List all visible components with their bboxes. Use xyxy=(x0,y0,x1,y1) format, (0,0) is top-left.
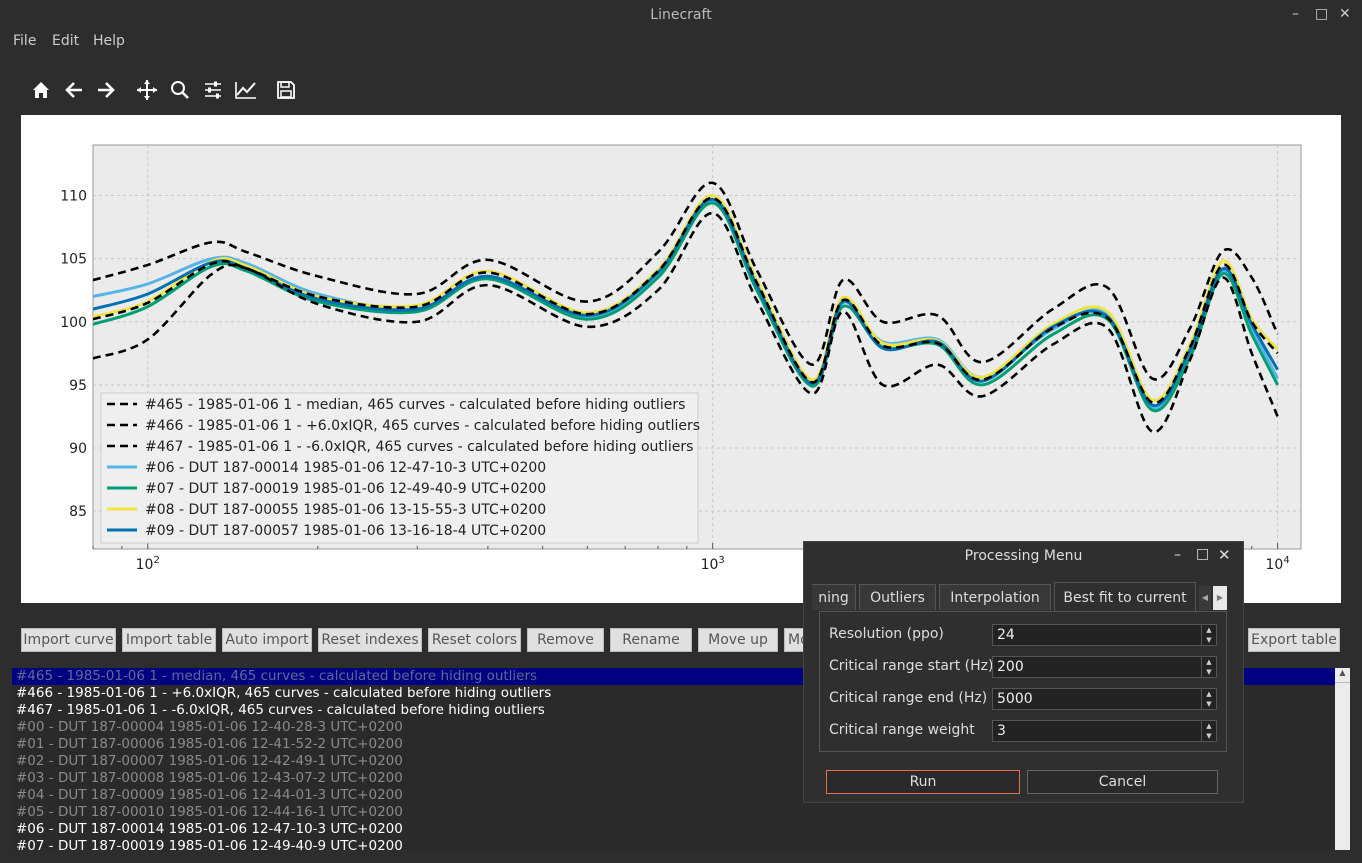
range-start-label: Critical range start (Hz) xyxy=(829,658,994,674)
range-start-spinbox[interactable]: 200 ▲ ▼ xyxy=(992,656,1217,678)
legend-label: #06 - DUT 187-00014 1985-01-06 12-47-10-… xyxy=(145,460,546,476)
window-titlebar: Linecraft – □ ✕ xyxy=(0,0,1362,30)
legend-label: #465 - 1985-01-06 1 - median, 465 curves… xyxy=(145,397,685,413)
spin-arrows-icon[interactable]: ▲ ▼ xyxy=(1201,721,1216,741)
configure-subplots-icon[interactable] xyxy=(198,72,228,108)
list-item[interactable]: #05 - DUT 187-00010 1985-01-06 12-44-16-… xyxy=(16,804,403,821)
range-weight-label: Critical range weight xyxy=(829,722,975,738)
home-icon[interactable] xyxy=(26,72,56,108)
x-tick-label: 104 xyxy=(1266,555,1290,573)
move-up-button[interactable]: Move up xyxy=(698,628,778,652)
x-tick-label: 103 xyxy=(701,555,725,573)
list-item[interactable]: #465 - 1985-01-06 1 - median, 465 curves… xyxy=(16,668,537,685)
legend-label: #467 - 1985-01-06 1 - -6.0xIQR, 465 curv… xyxy=(145,439,693,455)
run-button[interactable]: Run xyxy=(826,770,1020,794)
window-title: Linecraft xyxy=(650,7,712,23)
tab-best-fit[interactable]: Best fit to current xyxy=(1054,582,1196,612)
list-scrollbar[interactable]: ▲ xyxy=(1335,668,1350,850)
list-item[interactable]: #01 - DUT 187-00006 1985-01-06 12-41-52-… xyxy=(16,736,403,753)
list-item[interactable]: #06 - DUT 187-00014 1985-01-06 12-47-10-… xyxy=(16,821,403,838)
cancel-button[interactable]: Cancel xyxy=(1027,770,1218,794)
spin-arrows-icon[interactable]: ▲ ▼ xyxy=(1201,625,1216,645)
menu-file[interactable]: File xyxy=(13,33,36,49)
scroll-up-icon[interactable]: ▲ xyxy=(1335,668,1350,683)
range-weight-spinbox[interactable]: 3 ▲ ▼ xyxy=(992,720,1217,742)
spin-arrows-icon[interactable]: ▲ ▼ xyxy=(1201,657,1216,677)
edit-axis-icon[interactable] xyxy=(231,72,261,108)
list-item[interactable]: #04 - DUT 187-00009 1985-01-06 12-44-01-… xyxy=(16,787,403,804)
list-item[interactable]: #00 - DUT 187-00004 1985-01-06 12-40-28-… xyxy=(16,719,403,736)
zoom-icon[interactable] xyxy=(165,72,195,108)
y-tick-label: 90 xyxy=(69,441,87,457)
y-tick-label: 105 xyxy=(60,252,87,268)
dialog-close-icon[interactable]: ✕ xyxy=(1218,546,1231,564)
resolution-label: Resolution (ppo) xyxy=(829,626,944,642)
list-item[interactable]: #03 - DUT 187-00008 1985-01-06 12-43-07-… xyxy=(16,770,403,787)
processing-dialog: Processing Menu – □ ✕ ning Outliers Inte… xyxy=(803,541,1244,803)
maximize-icon[interactable]: □ xyxy=(1315,6,1328,22)
legend-label: #07 - DUT 187-00019 1985-01-06 12-49-40-… xyxy=(145,481,546,497)
resolution-value: 24 xyxy=(997,627,1015,643)
list-item[interactable]: #02 - DUT 187-00007 1985-01-06 12-42-49-… xyxy=(16,753,403,770)
list-item[interactable]: #466 - 1985-01-06 1 - +6.0xIQR, 465 curv… xyxy=(16,685,551,702)
y-tick-label: 85 xyxy=(69,504,87,520)
spin-arrows-icon[interactable]: ▲ ▼ xyxy=(1201,689,1216,709)
minimize-icon[interactable]: – xyxy=(1292,6,1299,22)
range-end-spinbox[interactable]: 5000 ▲ ▼ xyxy=(992,688,1217,710)
export-table-button[interactable]: Export table xyxy=(1248,628,1340,652)
frequency-response-chart[interactable]: 85 90 95 100 105 110 102 103 104 #465 - 1985-01-0… xyxy=(21,115,1341,603)
best-fit-panel: Resolution (ppo) 24 ▲ ▼ Critical range sta… xyxy=(819,611,1227,752)
tab-interpolation[interactable]: Interpolation xyxy=(939,584,1051,610)
legend-label: #466 - 1985-01-06 1 - +6.0xIQR, 465 curv… xyxy=(145,418,700,434)
resolution-spinbox[interactable]: 24 ▲ ▼ xyxy=(992,624,1217,646)
y-tick-label: 100 xyxy=(60,315,87,331)
range-weight-value: 3 xyxy=(997,723,1006,739)
range-start-value: 200 xyxy=(997,659,1024,675)
tab-scroll-right-icon[interactable]: ▶ xyxy=(1213,586,1227,610)
reset-indexes-button[interactable]: Reset indexes xyxy=(318,628,422,652)
range-end-label: Critical range end (Hz) xyxy=(829,690,988,706)
back-icon[interactable] xyxy=(59,72,89,108)
legend-label: #09 - DUT 187-00057 1985-01-06 13-16-18-… xyxy=(145,523,546,539)
range-end-value: 5000 xyxy=(997,691,1033,707)
remove-button[interactable]: Remove xyxy=(527,628,604,652)
import-table-button[interactable]: Import table xyxy=(122,628,216,652)
tab-scroll-left-icon[interactable]: ◀ xyxy=(1199,586,1211,610)
y-tick-label: 110 xyxy=(60,189,87,205)
auto-import-button[interactable]: Auto import xyxy=(222,628,312,652)
tab-outliers[interactable]: Outliers xyxy=(859,584,936,610)
close-icon[interactable]: ✕ xyxy=(1339,6,1351,22)
dialog-minimize-icon[interactable]: – xyxy=(1174,547,1181,563)
list-item[interactable]: #07 - DUT 187-00019 1985-01-06 12-49-40-… xyxy=(16,838,403,850)
reset-colors-button[interactable]: Reset colors xyxy=(428,628,521,652)
menu-edit[interactable]: Edit xyxy=(52,33,79,49)
x-tick-label: 102 xyxy=(136,555,160,573)
forward-icon[interactable] xyxy=(91,72,121,108)
menu-help[interactable]: Help xyxy=(93,33,125,49)
dialog-maximize-icon[interactable]: □ xyxy=(1196,546,1209,562)
rename-button[interactable]: Rename xyxy=(610,628,692,652)
tab-smoothing[interactable]: ning xyxy=(812,584,856,610)
y-tick-label: 95 xyxy=(69,378,87,394)
save-icon[interactable] xyxy=(271,72,301,108)
list-item[interactable]: #467 - 1985-01-06 1 - -6.0xIQR, 465 curv… xyxy=(16,702,545,719)
pan-icon[interactable] xyxy=(132,72,162,108)
import-curve-button[interactable]: Import curve xyxy=(21,628,116,652)
legend-label: #08 - DUT 187-00055 1985-01-06 13-15-55-… xyxy=(145,502,546,518)
plot-canvas[interactable]: 85 90 95 100 105 110 102 103 104 #465 - 1985-01-0… xyxy=(21,115,1341,603)
menubar: File Edit Help xyxy=(0,30,1362,52)
